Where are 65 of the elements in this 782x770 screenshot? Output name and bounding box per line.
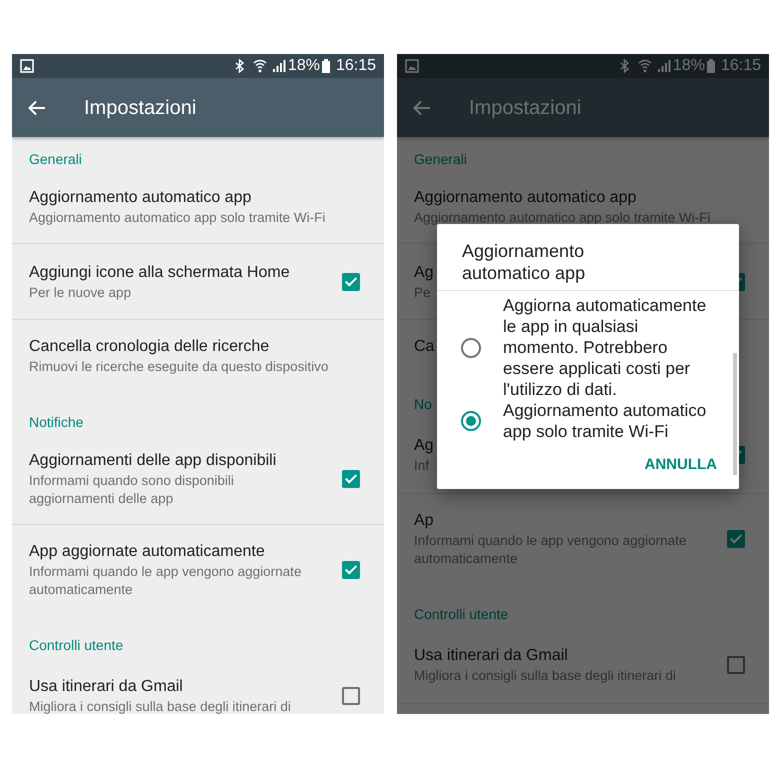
setting-title: Aggiungi icone alla schermata Home	[29, 262, 290, 282]
bluetooth-icon	[234, 59, 245, 73]
section-header: No	[414, 396, 432, 412]
section-header: Notifiche	[29, 414, 84, 430]
picture-icon	[405, 59, 419, 73]
setting-row[interactable]: Usa itinerari da Gmail Migliora i consigli sulla base degli itinerari di	[397, 628, 769, 704]
setting-row[interactable]: Ap Informami quando le app vengono aggiornate automaticamente	[397, 494, 769, 592]
checkbox[interactable]	[342, 686, 360, 704]
section-header: Generali	[29, 151, 82, 167]
battery-level: 18%	[672, 56, 705, 76]
radio-button[interactable]	[461, 338, 481, 358]
setting-description: Migliora i consigli sulla base degli itinerari di	[29, 698, 291, 714]
setting-description: Pe	[414, 284, 432, 302]
checkbox[interactable]	[727, 530, 745, 548]
bluetooth-icon	[618, 59, 630, 73]
back-arrow-icon[interactable]	[28, 100, 46, 116]
setting-row[interactable]: Aggiornamento automatico app Aggiornamento automatico app solo tramite Wi-Fi	[12, 173, 384, 244]
picture-icon	[20, 59, 34, 73]
setting-description: Informami quando le app vengono aggiornate automaticamente	[29, 563, 302, 599]
checkbox[interactable]	[342, 470, 360, 488]
back-arrow-icon[interactable]	[413, 100, 431, 116]
option-label[interactable]: Aggiorna automaticamente le app in qualsiasi momento. Potrebbero essere applicati costi per l'utilizzo di dati.	[503, 295, 713, 400]
setting-title: App aggiornate automaticamente	[29, 542, 266, 562]
battery-icon	[322, 59, 330, 73]
setting-description: Aggiornamento automatico app solo tramite Wi-Fi	[414, 209, 710, 227]
setting-title: Usa itinerari da Gmail	[29, 676, 184, 696]
section-header: Generali	[414, 151, 467, 167]
setting-title: Ap	[414, 511, 435, 531]
cancel-button[interactable]: ANNULLA	[632, 448, 729, 482]
setting-description: Informami quando sono disponibili aggiornamenti delle app	[29, 472, 235, 508]
wifi-icon	[252, 59, 267, 73]
battery-icon	[706, 59, 715, 73]
screen-title: Impostazioni	[469, 96, 582, 120]
checkbox[interactable]	[342, 272, 360, 290]
setting-title: Aggiornamenti delle app disponibili	[29, 451, 278, 471]
setting-row[interactable]: Usa itinerari da Gmail Migliora i consigli sulla base degli itinerari di	[12, 659, 384, 714]
signal-icon	[272, 59, 286, 73]
setting-title: Cancella cronologia delle ricerche	[29, 337, 270, 357]
battery-level: 18%	[288, 56, 320, 76]
setting-description: Migliora i consigli sulla base degli itinerari di	[414, 666, 676, 684]
clock-time: 16:15	[336, 56, 376, 76]
checkbox[interactable]	[727, 656, 745, 674]
checkbox[interactable]	[342, 561, 360, 579]
setting-row[interactable]: Aggiungi icone alla schermata Home Per le nuove app	[12, 244, 384, 320]
signal-icon	[656, 59, 671, 73]
setting-description: Aggiornamento automatico app solo tramite Wi-Fi	[29, 209, 326, 227]
setting-row[interactable]: Aggiornamenti delle app disponibili Informami quando sono disponibili aggiornamenti delle app	[12, 436, 384, 525]
radio-button[interactable]	[461, 411, 481, 431]
setting-title: Usa itinerari da Gmail	[414, 646, 569, 666]
setting-title: Ag	[414, 262, 434, 282]
screen-title: Impostazioni	[84, 96, 196, 120]
option-label[interactable]: Aggiornamento automatico app solo tramite Wi-Fi	[503, 400, 713, 442]
setting-title: Ag	[414, 436, 434, 456]
wifi-icon	[638, 59, 652, 73]
setting-row[interactable]: App aggiornate automaticamente Informami quando le app vengono aggiornate automaticamente	[12, 525, 384, 623]
section-header: Controlli utente	[29, 637, 124, 653]
setting-description: Informami quando le app vengono aggiornate automaticamente	[414, 532, 688, 568]
clock-time: 16:15	[720, 56, 761, 76]
section-header: Controlli utente	[414, 606, 508, 622]
setting-row[interactable]: Cancella cronologia delle ricerche Rimuovi le ricerche eseguite da questo dispositivo	[12, 320, 384, 400]
setting-title: Aggiornamento automatico app	[414, 188, 638, 208]
setting-description: Per le nuove app	[29, 284, 132, 302]
setting-description: Rimuovi le ricerche eseguite da questo dispositivo	[29, 358, 328, 376]
setting-description: Inf	[414, 456, 430, 474]
setting-title: Aggiornamento automatico app	[29, 188, 252, 208]
